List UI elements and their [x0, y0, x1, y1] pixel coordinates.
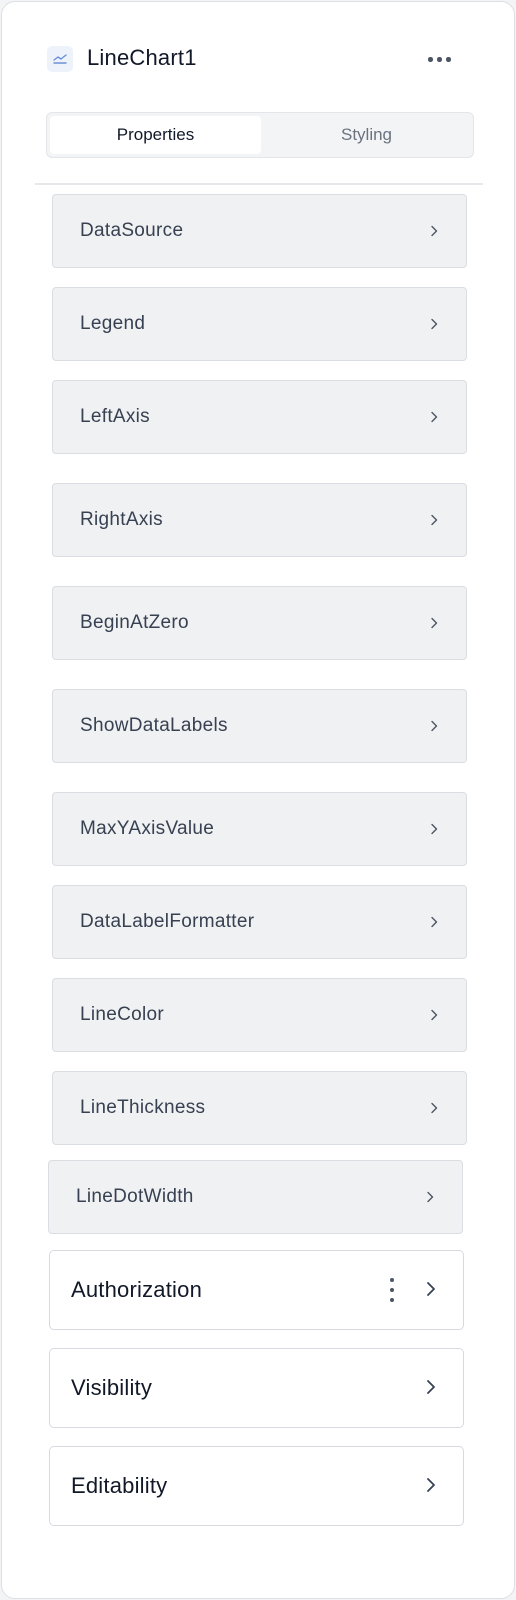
property-label: LeftAxis: [80, 406, 150, 427]
chevron-right-icon: [431, 617, 438, 629]
chevron-right-icon: [431, 225, 438, 237]
chevron-right-icon: [431, 411, 438, 423]
property-rightaxis[interactable]: RightAxis: [52, 483, 467, 557]
property-label: ShowDataLabels: [80, 715, 228, 736]
property-legend[interactable]: Legend: [52, 287, 467, 361]
property-leftaxis[interactable]: LeftAxis: [52, 380, 467, 454]
chevron-right-icon: [427, 1380, 435, 1394]
chevron-right-icon: [431, 916, 438, 928]
property-linedotwidth[interactable]: LineDotWidth: [48, 1160, 463, 1234]
property-beginatzero[interactable]: BeginAtZero: [52, 586, 467, 660]
property-showdatalabels[interactable]: ShowDataLabels: [52, 689, 467, 763]
property-label: LineThickness: [80, 1097, 206, 1118]
header-divider: [35, 183, 483, 185]
more-horizontal-icon[interactable]: [426, 47, 454, 71]
component-title: LineChart1: [87, 45, 197, 70]
chevron-right-icon: [427, 1191, 434, 1203]
property-label: BeginAtZero: [80, 612, 189, 633]
property-datalabelformatter[interactable]: DataLabelFormatter: [52, 885, 467, 959]
property-linethickness[interactable]: LineThickness: [52, 1071, 467, 1145]
section-editability[interactable]: Editability: [49, 1446, 464, 1526]
chevron-right-icon: [427, 1478, 435, 1492]
tab-bar: Properties Styling: [46, 112, 474, 158]
section-label: Editability: [71, 1473, 168, 1498]
chevron-right-icon: [431, 514, 438, 526]
section-label: Visibility: [71, 1375, 153, 1400]
chevron-right-icon: [431, 720, 438, 732]
section-authorization[interactable]: Authorization: [49, 1250, 464, 1330]
property-label: LineDotWidth: [76, 1186, 194, 1207]
property-label: MaxYAxisValue: [80, 818, 215, 839]
tab-properties[interactable]: Properties: [50, 116, 261, 154]
chevron-right-icon: [431, 318, 438, 330]
property-maxyaxisvalue[interactable]: MaxYAxisValue: [52, 792, 467, 866]
line-chart-icon: [47, 46, 73, 72]
property-label: LineColor: [80, 1004, 165, 1025]
section-label: Authorization: [71, 1277, 203, 1302]
panel-header: LineChart1: [46, 42, 474, 76]
property-label: Legend: [80, 313, 146, 334]
property-label: DataSource: [80, 220, 184, 241]
chevron-right-icon: [427, 1282, 435, 1296]
property-label: DataLabelFormatter: [80, 911, 255, 932]
property-label: RightAxis: [80, 509, 163, 530]
property-linecolor[interactable]: LineColor: [52, 978, 467, 1052]
chevron-right-icon: [431, 1102, 438, 1114]
section-visibility[interactable]: Visibility: [49, 1348, 464, 1428]
property-datasource[interactable]: DataSource: [52, 194, 467, 268]
tab-styling[interactable]: Styling: [261, 116, 472, 154]
chevron-right-icon: [431, 823, 438, 835]
properties-panel: LineChart1 Properties Styling DataSource…: [1, 1, 515, 1599]
more-vertical-icon[interactable]: [389, 1277, 395, 1303]
chevron-right-icon: [431, 1009, 438, 1021]
